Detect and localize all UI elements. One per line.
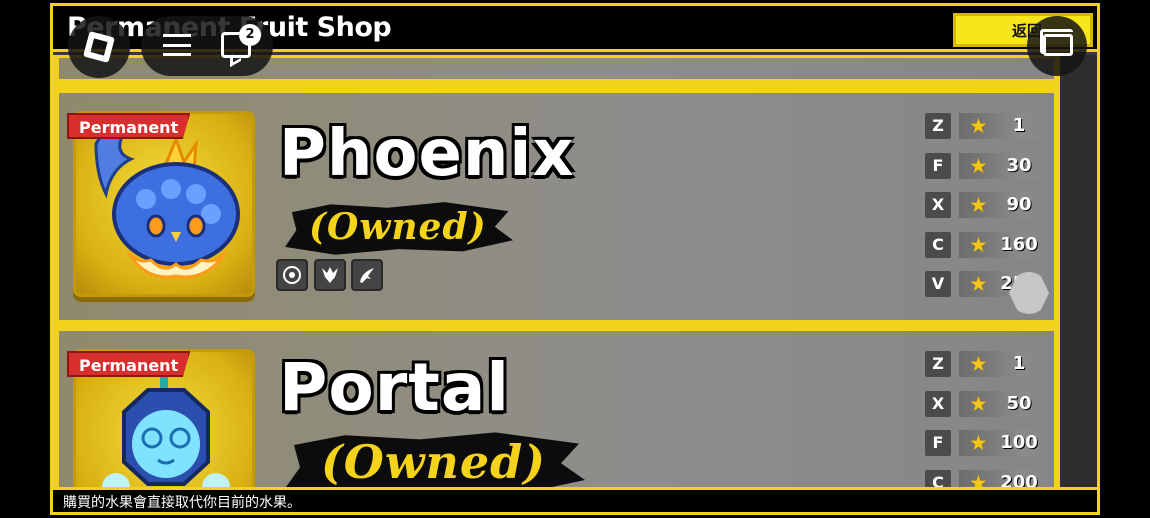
window-switch-button[interactable] [1027, 16, 1087, 76]
star-icon: ★ [969, 272, 988, 296]
move-level: 160 [1000, 234, 1038, 255]
window-switch-icon [1040, 29, 1073, 56]
move-key: Z [925, 113, 951, 139]
move-level: 1 [1012, 115, 1026, 136]
roblox-logo-icon [83, 31, 115, 63]
star-icon: ★ [969, 431, 988, 455]
move-key: V [925, 271, 951, 297]
permanent-tag: Permanent [67, 113, 191, 139]
hamburger-menu-icon[interactable] [163, 34, 191, 56]
star-icon: ★ [969, 471, 988, 487]
move-level: 50 [1006, 393, 1032, 414]
roblox-menu-button[interactable] [68, 16, 130, 78]
star-icon: ★ [969, 193, 988, 217]
fruit-card-portal[interactable]: Permanent Portal (Owned) Z ★ 1 X ★ 50 F … [56, 328, 1057, 487]
fruit-card-phoenix[interactable]: Permanent Phoenix (Owned) Z ★ 1 F ★ 30 X… [56, 90, 1057, 323]
topbar-controls: 2 [141, 16, 273, 76]
star-icon: ★ [969, 114, 988, 138]
move-level: 1 [1012, 353, 1026, 374]
footer-notice: 購買的水果會直接取代你目前的水果。 [63, 495, 301, 511]
move-level: 90 [1006, 194, 1032, 215]
move-key: Z [925, 351, 951, 377]
eye-icon[interactable] [276, 259, 308, 291]
fruit-shop-panel: Permanent Fruit Shop 返回 [50, 3, 1100, 515]
footer-notice-bar: 購買的水果會直接取代你目前的水果。 [53, 487, 1097, 512]
star-icon: ★ [969, 352, 988, 376]
chat-unread-badge: 2 [239, 24, 261, 46]
dragon-icon[interactable] [314, 259, 346, 291]
move-key: C [925, 232, 951, 258]
star-icon: ★ [969, 392, 988, 416]
phoenix-fruit-icon [94, 124, 240, 279]
star-icon: ★ [969, 154, 988, 178]
scrollbar-track[interactable] [1060, 55, 1097, 487]
move-level: 200 [1000, 472, 1038, 487]
star-icon: ★ [969, 233, 988, 257]
sword-icon[interactable] [351, 259, 383, 291]
fruit-list[interactable]: Permanent Phoenix (Owned) Z ★ 1 F ★ 30 X… [53, 55, 1060, 487]
move-level: 30 [1006, 155, 1032, 176]
fruit-name: Phoenix [279, 117, 575, 191]
permanent-tag: Permanent [67, 351, 191, 377]
move-key: X [925, 391, 951, 417]
fruit-name: Portal [279, 349, 510, 426]
move-key: C [925, 470, 951, 487]
owned-status: (Owned) [321, 435, 547, 487]
move-key: X [925, 192, 951, 218]
owned-status: (Owned) [309, 206, 487, 248]
move-key: F [925, 430, 951, 456]
move-level: 100 [1000, 432, 1038, 453]
move-key: F [925, 153, 951, 179]
